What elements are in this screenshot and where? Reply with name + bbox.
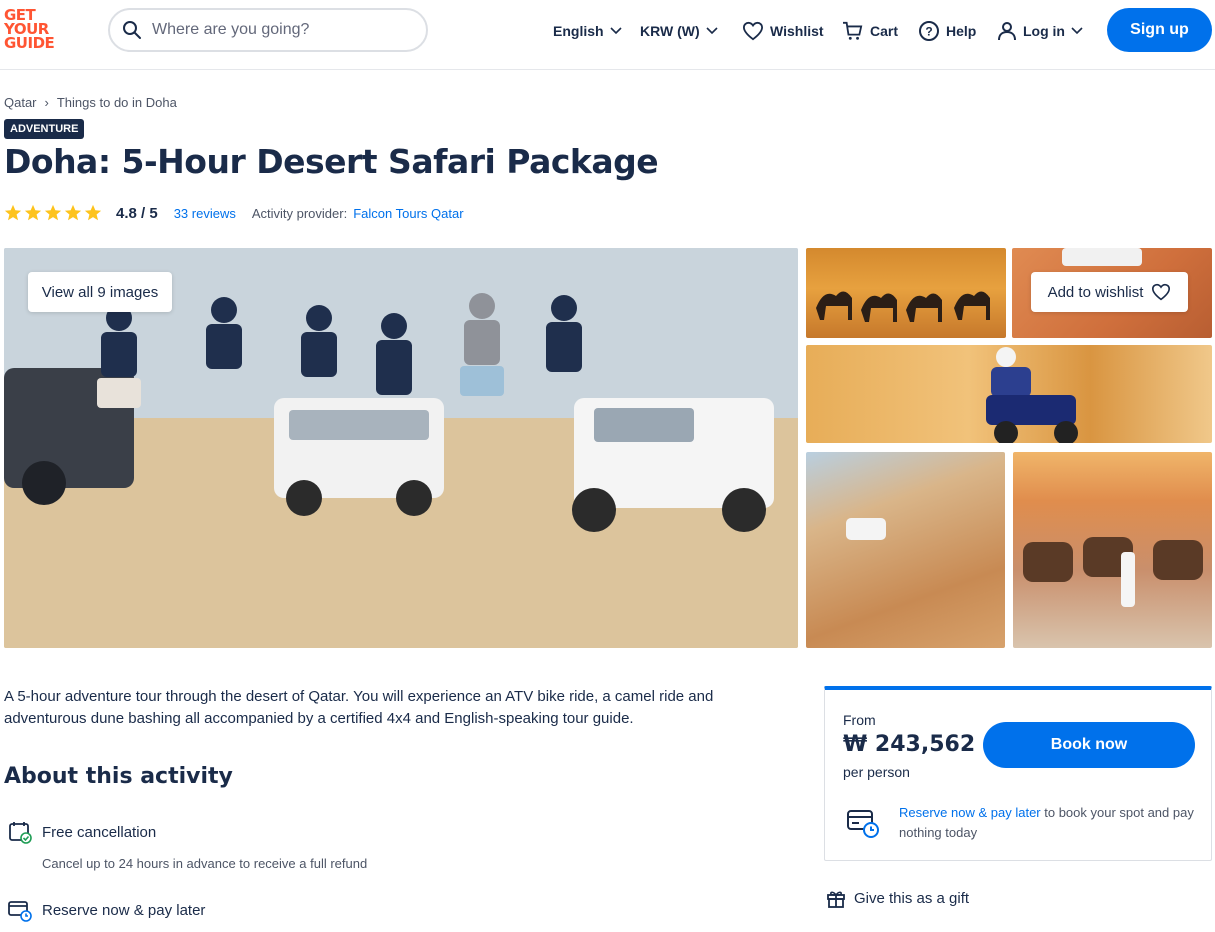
help-label: Help xyxy=(946,23,977,39)
activity-summary: A 5-hour adventure tour through the dese… xyxy=(4,688,714,727)
help-icon: ? xyxy=(919,21,939,41)
breadcrumb-separator: › xyxy=(44,95,49,110)
top-header: GET YOUR GUIDE English KRW (W) Wishlist … xyxy=(0,0,1215,70)
cart-icon xyxy=(843,21,863,40)
reserve-pay-later-link[interactable]: Reserve now & pay later xyxy=(899,805,1041,820)
about-heading: About this activity xyxy=(4,764,233,789)
view-all-images-button[interactable]: View all 9 images xyxy=(28,272,172,312)
add-to-wishlist-label: Add to wishlist xyxy=(1047,283,1144,301)
user-icon xyxy=(998,22,1016,41)
logo-line-3: GUIDE xyxy=(4,34,55,52)
atv-illustration xyxy=(986,347,1078,443)
reserve-pay-later-text: Reserve now & pay later to book your spo… xyxy=(899,803,1199,843)
login-menu[interactable]: Log in xyxy=(997,18,1083,44)
card-clock-icon xyxy=(8,901,32,922)
feature-title: Free cancellation xyxy=(42,823,157,841)
wishlist-label: Wishlist xyxy=(770,23,824,39)
breadcrumb-item-qatar[interactable]: Qatar xyxy=(4,95,37,110)
heart-icon xyxy=(1152,283,1171,301)
star-icon xyxy=(64,204,82,221)
provider-link[interactable]: Falcon Tours Qatar xyxy=(353,206,463,221)
cart-link[interactable]: Cart xyxy=(842,18,898,44)
provider-label: Activity provider: xyxy=(251,205,348,221)
calendar-check-icon xyxy=(9,822,32,844)
thumbnail-atv-ride[interactable] xyxy=(806,345,1212,443)
thumbnail-camel-caravan[interactable] xyxy=(806,248,1006,338)
add-to-wishlist-button[interactable]: Add to wishlist xyxy=(1031,272,1188,312)
login-label: Log in xyxy=(1023,23,1065,39)
chevron-down-icon xyxy=(1071,27,1083,35)
wishlist-link[interactable]: Wishlist xyxy=(742,18,824,44)
search-bar[interactable] xyxy=(108,8,428,52)
rating-value: 4.8 / 5 xyxy=(116,204,158,222)
language-label: English xyxy=(553,23,604,39)
help-link[interactable]: ? Help xyxy=(918,18,976,44)
reviews-link[interactable]: 33 reviews xyxy=(174,206,236,221)
thumbnail-camel-ride-sunset[interactable] xyxy=(1013,452,1212,648)
currency-label: KRW (W) xyxy=(640,23,700,39)
signup-button[interactable]: Sign up xyxy=(1107,8,1212,52)
book-now-button[interactable]: Book now xyxy=(983,722,1195,768)
rating-stars xyxy=(4,204,102,222)
feature-reserve-pay-later: Reserve now & pay later xyxy=(8,898,205,922)
camel-sunset-illustration xyxy=(1023,537,1203,607)
thumbnail-dune-bashing[interactable] xyxy=(806,452,1005,648)
per-person-label: per person xyxy=(843,764,910,780)
chevron-down-icon xyxy=(706,27,718,35)
svg-text:?: ? xyxy=(925,25,932,39)
language-selector[interactable]: English xyxy=(553,18,622,44)
booking-card: From ₩ 243,562 per person Book now Reser… xyxy=(824,686,1212,861)
star-icon xyxy=(44,204,62,221)
give-as-gift-link[interactable]: Give this as a gift xyxy=(826,888,969,908)
chevron-down-icon xyxy=(609,27,622,35)
currency-selector[interactable]: KRW (W) xyxy=(640,18,718,44)
star-icon xyxy=(84,204,102,221)
dune-bashing-illustration xyxy=(846,518,886,540)
price-value: ₩ 243,562 xyxy=(843,732,976,757)
page-title: Doha: 5-Hour Desert Safari Package xyxy=(4,142,659,181)
card-clock-icon xyxy=(847,810,879,838)
heart-icon xyxy=(742,21,764,41)
feature-subtitle: Cancel up to 24 hours in advance to rece… xyxy=(42,856,368,871)
feature-title: Reserve now & pay later xyxy=(42,901,206,919)
search-icon xyxy=(123,21,141,39)
gift-icon xyxy=(827,891,845,908)
search-input[interactable] xyxy=(152,21,392,39)
feature-free-cancellation: Free cancellation xyxy=(8,820,156,844)
star-icon xyxy=(4,204,22,221)
gift-label: Give this as a gift xyxy=(854,889,970,907)
breadcrumb-item-doha[interactable]: Things to do in Doha xyxy=(57,95,177,110)
getyourguide-logo[interactable]: GET YOUR GUIDE xyxy=(4,8,64,52)
price-from-label: From xyxy=(843,712,876,728)
rating-row: 4.8 / 5 33 reviews Activity provider: Fa… xyxy=(4,203,464,223)
cart-label: Cart xyxy=(870,23,899,39)
breadcrumb: Qatar › Things to do in Doha xyxy=(4,95,177,110)
star-icon xyxy=(24,204,42,221)
category-badge: ADVENTURE xyxy=(4,119,85,139)
camel-caravan-illustration xyxy=(816,291,990,322)
